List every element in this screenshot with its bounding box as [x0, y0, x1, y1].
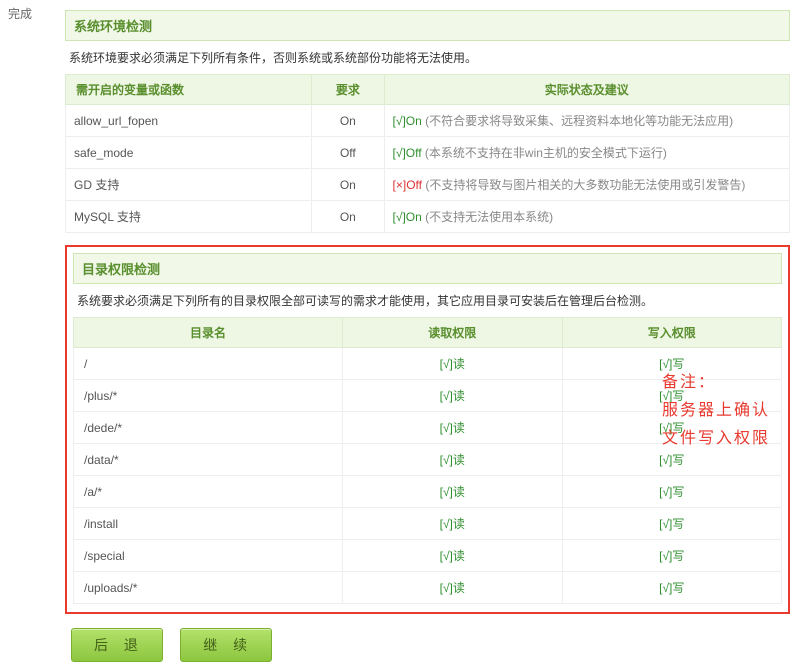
status-mark: [√]On: [393, 210, 422, 224]
perm-cell-read: [√]读: [343, 348, 562, 380]
env-cell-name: GD 支持: [66, 169, 312, 201]
perm-cell-read: [√]读: [343, 380, 562, 412]
perm-cell-read: [√]读: [343, 412, 562, 444]
env-cell-req: On: [312, 169, 384, 201]
perm-row: /a/*[√]读[√]写: [74, 476, 782, 508]
env-cell-status: [√]Off (本系统不支持在非win主机的安全模式下运行): [384, 137, 789, 169]
perm-cell-read: [√]读: [343, 540, 562, 572]
perm-highlight-box: 目录权限检测 系统要求必须满足下列所有的目录权限全部可读写的需求才能使用，其它应…: [65, 245, 790, 614]
status-mark: [×]Off: [393, 178, 422, 192]
perm-row: /uploads/*[√]读[√]写: [74, 572, 782, 604]
perm-cell-dir: /install: [74, 508, 343, 540]
status-note: (不支持将导致与图片相关的大多数功能无法使用或引发警告): [422, 178, 745, 192]
env-th-status: 实际状态及建议: [384, 75, 789, 105]
env-cell-name: allow_url_fopen: [66, 105, 312, 137]
perm-cell-dir: /: [74, 348, 343, 380]
perm-section-title: 目录权限检测: [73, 253, 782, 284]
env-cell-req: Off: [312, 137, 384, 169]
perm-cell-read: [√]读: [343, 476, 562, 508]
perm-row: /special[√]读[√]写: [74, 540, 782, 572]
perm-cell-dir: /plus/*: [74, 380, 343, 412]
perm-cell-write: [√]写: [562, 476, 782, 508]
back-button[interactable]: 后 退: [71, 628, 163, 662]
env-section-desc: 系统环境要求必须满足下列所有条件，否则系统或系统部份功能将无法使用。: [65, 41, 790, 74]
perm-cell-write: [√]写: [562, 508, 782, 540]
step-done-label: 完成: [8, 5, 47, 22]
env-row: allow_url_fopenOn[√]On (不符合要求将导致采集、远程资料本…: [66, 105, 790, 137]
env-row: safe_modeOff[√]Off (本系统不支持在非win主机的安全模式下运…: [66, 137, 790, 169]
continue-button[interactable]: 继 续: [180, 628, 272, 662]
env-cell-status: [×]Off (不支持将导致与图片相关的大多数功能无法使用或引发警告): [384, 169, 789, 201]
env-cell-name: MySQL 支持: [66, 201, 312, 233]
perm-row: /install[√]读[√]写: [74, 508, 782, 540]
env-cell-req: On: [312, 201, 384, 233]
perm-cell-dir: /special: [74, 540, 343, 572]
annotation-note: 备注： 服务器上确认 文件写入权限: [662, 369, 770, 453]
annotation-line-1: 备注：: [662, 369, 770, 397]
env-row: MySQL 支持On[√]On (不支持无法使用本系统): [66, 201, 790, 233]
env-table: 需开启的变量或函数 要求 实际状态及建议 allow_url_fopenOn[√…: [65, 74, 790, 233]
perm-th-read: 读取权限: [343, 318, 562, 348]
env-cell-req: On: [312, 105, 384, 137]
perm-cell-write: [√]写: [562, 572, 782, 604]
perm-cell-read: [√]读: [343, 572, 562, 604]
perm-section-desc: 系统要求必须满足下列所有的目录权限全部可读写的需求才能使用，其它应用目录可安装后…: [73, 284, 782, 317]
env-row: GD 支持On[×]Off (不支持将导致与图片相关的大多数功能无法使用或引发警…: [66, 169, 790, 201]
env-cell-status: [√]On (不符合要求将导致采集、远程资料本地化等功能无法应用): [384, 105, 789, 137]
perm-cell-read: [√]读: [343, 444, 562, 476]
perm-cell-dir: /uploads/*: [74, 572, 343, 604]
status-mark: [√]On: [393, 114, 422, 128]
env-cell-status: [√]On (不支持无法使用本系统): [384, 201, 789, 233]
status-note: (不符合要求将导致采集、远程资料本地化等功能无法应用): [422, 114, 733, 128]
perm-cell-dir: /a/*: [74, 476, 343, 508]
annotation-line-2: 服务器上确认: [662, 397, 770, 425]
env-th-name: 需开启的变量或函数: [66, 75, 312, 105]
annotation-line-3: 文件写入权限: [662, 425, 770, 453]
status-mark: [√]Off: [393, 146, 422, 160]
perm-cell-dir: /dede/*: [74, 412, 343, 444]
perm-cell-dir: /data/*: [74, 444, 343, 476]
env-th-req: 要求: [312, 75, 384, 105]
perm-th-dir: 目录名: [74, 318, 343, 348]
status-note: (不支持无法使用本系统): [422, 210, 553, 224]
status-note: (本系统不支持在非win主机的安全模式下运行): [422, 146, 667, 160]
env-cell-name: safe_mode: [66, 137, 312, 169]
perm-table: 目录名 读取权限 写入权限 /[√]读[√]写/plus/*[√]读[√]写/d…: [73, 317, 782, 604]
env-section-title: 系统环境检测: [65, 10, 790, 41]
perm-cell-write: [√]写: [562, 540, 782, 572]
perm-th-write: 写入权限: [562, 318, 782, 348]
perm-cell-read: [√]读: [343, 508, 562, 540]
